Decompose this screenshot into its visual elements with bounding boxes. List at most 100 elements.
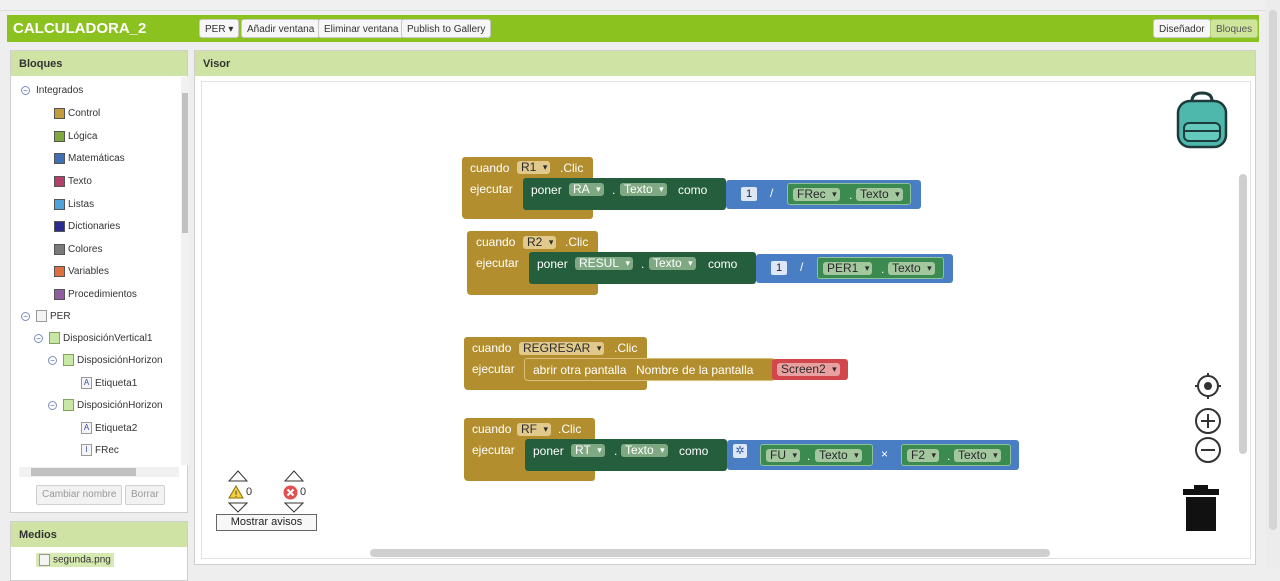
component-dropdown[interactable]: PER1 (823, 262, 873, 275)
page-scrollbar[interactable] (1266, 0, 1280, 568)
tree-item-logic[interactable]: Lógica (54, 129, 97, 145)
blocks-tree: − Integrados Control Lógica Matemáticas T… (11, 77, 179, 465)
block-keyword: cuando (470, 161, 510, 175)
component-dropdown[interactable]: RESUL (575, 257, 634, 270)
property-dropdown[interactable]: Texto (621, 444, 668, 457)
open-screen-block[interactable]: abrir otra pantalla Nombre de la pantall… (524, 358, 775, 381)
tree-item-etiqueta1[interactable]: A Etiqueta1 (81, 376, 137, 392)
set-text-block[interactable]: poner RT . Texto como (525, 439, 727, 471)
get-text-block[interactable]: F2 . Texto (901, 444, 1011, 466)
arrow-up-icon[interactable] (284, 470, 304, 482)
screen-select[interactable]: PER ▾ (199, 19, 240, 38)
component-dropdown[interactable]: RT (571, 444, 605, 457)
blocks-workspace[interactable] (201, 81, 1251, 559)
text-string-block[interactable]: Screen2 (772, 359, 848, 380)
textbox-icon: I (81, 444, 92, 457)
colors-swatch-icon (54, 243, 65, 255)
gear-icon[interactable]: ✲ (733, 444, 747, 458)
number-input[interactable]: 1 (771, 261, 787, 275)
component-dropdown[interactable]: R2 (523, 236, 557, 249)
tree-item-integrados[interactable]: − Integrados (21, 83, 83, 99)
tree-item-lists[interactable]: Listas (54, 197, 94, 213)
set-text-block[interactable]: poner RA . Texto como (523, 178, 726, 210)
zoom-in-icon[interactable] (1194, 407, 1222, 435)
get-text-block[interactable]: FRec . Texto (787, 183, 911, 205)
screen-dropdown[interactable]: Screen2 (777, 363, 840, 376)
backpack-icon[interactable] (1172, 91, 1232, 149)
component-dropdown[interactable]: REGRESAR (519, 342, 605, 355)
blocks-button[interactable]: Bloques (1210, 19, 1259, 38)
math-divide-block[interactable]: 1 / PER1 . Texto (756, 254, 953, 283)
tree-item-per[interactable]: − PER (21, 309, 71, 325)
tree-item-colors[interactable]: Colores (54, 242, 102, 258)
scrollbar-thumb[interactable] (31, 468, 136, 476)
remove-window-button[interactable]: Eliminar ventana (318, 19, 405, 38)
trash-icon[interactable] (1182, 484, 1220, 532)
component-dropdown[interactable]: RF (517, 423, 551, 436)
math-multiply-block[interactable]: ✲ FU . Texto × F2 . Texto (727, 440, 1019, 470)
math-divide-block[interactable]: 1 / FRec . Texto (726, 180, 921, 209)
component-dropdown[interactable]: FU (766, 449, 800, 462)
tree-item-horizontal1[interactable]: − DisposiciónHorizon (48, 353, 163, 369)
media-panel-title: Medios (11, 522, 187, 547)
workspace-vertical-scrollbar[interactable] (1239, 174, 1247, 454)
center-target-icon[interactable] (1194, 372, 1222, 400)
component-dropdown[interactable]: F2 (907, 449, 940, 462)
blocks-panel: Bloques − Integrados Control Lógica Matem… (10, 50, 189, 513)
collapse-icon[interactable]: − (48, 355, 57, 365)
collapse-icon[interactable]: − (48, 400, 57, 410)
tree-vertical-scrollbar[interactable] (181, 77, 189, 465)
block-keyword: Nombre de la pantalla (636, 363, 754, 377)
property-dropdown[interactable]: Texto (856, 188, 903, 201)
tree-item-dictionaries[interactable]: Dictionaries (54, 219, 120, 235)
tree-item-etiqueta2[interactable]: A Etiqueta2 (81, 421, 137, 437)
arrow-down-icon[interactable] (228, 502, 248, 513)
get-text-block[interactable]: PER1 . Texto (817, 257, 944, 279)
designer-button[interactable]: Diseñador (1153, 19, 1211, 38)
tree-item-variables[interactable]: Variables (54, 264, 109, 280)
property-dropdown[interactable]: Texto (649, 257, 696, 270)
add-window-button[interactable]: Añadir ventana (241, 19, 321, 38)
tree-item-frec[interactable]: I FRec (81, 443, 119, 459)
collapse-icon[interactable]: − (21, 311, 30, 321)
number-input[interactable]: 1 (741, 187, 757, 201)
collapse-icon[interactable]: − (21, 85, 30, 95)
media-item[interactable]: segunda.png (36, 553, 114, 567)
delete-button[interactable]: Borrar (125, 485, 165, 505)
block-event-label: .Clic (614, 341, 638, 355)
workspace-horizontal-scrollbar[interactable] (370, 549, 1050, 557)
show-warnings-button[interactable]: Mostrar avisos (216, 514, 317, 531)
block-event-label: .Clic (558, 422, 582, 436)
property-dropdown[interactable]: Texto (954, 449, 1001, 462)
tree-label: DisposiciónHorizon (77, 400, 163, 411)
rename-button[interactable]: Cambiar nombre (36, 485, 123, 505)
get-text-block[interactable]: FU . Texto (760, 444, 873, 466)
collapse-icon[interactable]: − (34, 333, 43, 343)
tree-horizontal-scrollbar[interactable] (19, 467, 179, 477)
property-dropdown[interactable]: Texto (620, 183, 667, 196)
block-event-label: .Clic (560, 161, 584, 175)
tree-item-procedures[interactable]: Procedimientos (54, 287, 137, 303)
zoom-out-icon[interactable] (1194, 436, 1222, 464)
scrollbar-thumb[interactable] (182, 93, 188, 233)
label-icon: A (81, 377, 92, 390)
property-dropdown[interactable]: Texto (815, 449, 862, 462)
arrow-up-icon[interactable] (228, 470, 248, 482)
property-dropdown[interactable]: Texto (888, 262, 935, 275)
tree-item-math[interactable]: Matemáticas (54, 151, 125, 167)
tree-item-horizontal2[interactable]: − DisposiciónHorizon (48, 398, 163, 414)
tree-label: Etiqueta1 (95, 378, 138, 389)
block-keyword: ejecutar (470, 182, 513, 196)
tree-item-text[interactable]: Texto (54, 174, 92, 190)
browser-top-strip (0, 0, 1280, 11)
publish-gallery-button[interactable]: Publish to Gallery (401, 19, 492, 38)
component-dropdown[interactable]: FRec (793, 188, 840, 201)
component-dropdown[interactable]: RA (569, 183, 604, 196)
tree-item-vertical1[interactable]: − DisposiciónVertical1 (34, 331, 153, 347)
set-text-block[interactable]: poner RESUL . Texto como (529, 252, 756, 284)
tree-item-control[interactable]: Control (54, 106, 100, 122)
scrollbar-thumb[interactable] (1269, 10, 1277, 530)
component-dropdown[interactable]: R1 (517, 161, 551, 174)
arrow-down-icon[interactable] (284, 502, 304, 513)
dot-label: . (849, 188, 853, 202)
